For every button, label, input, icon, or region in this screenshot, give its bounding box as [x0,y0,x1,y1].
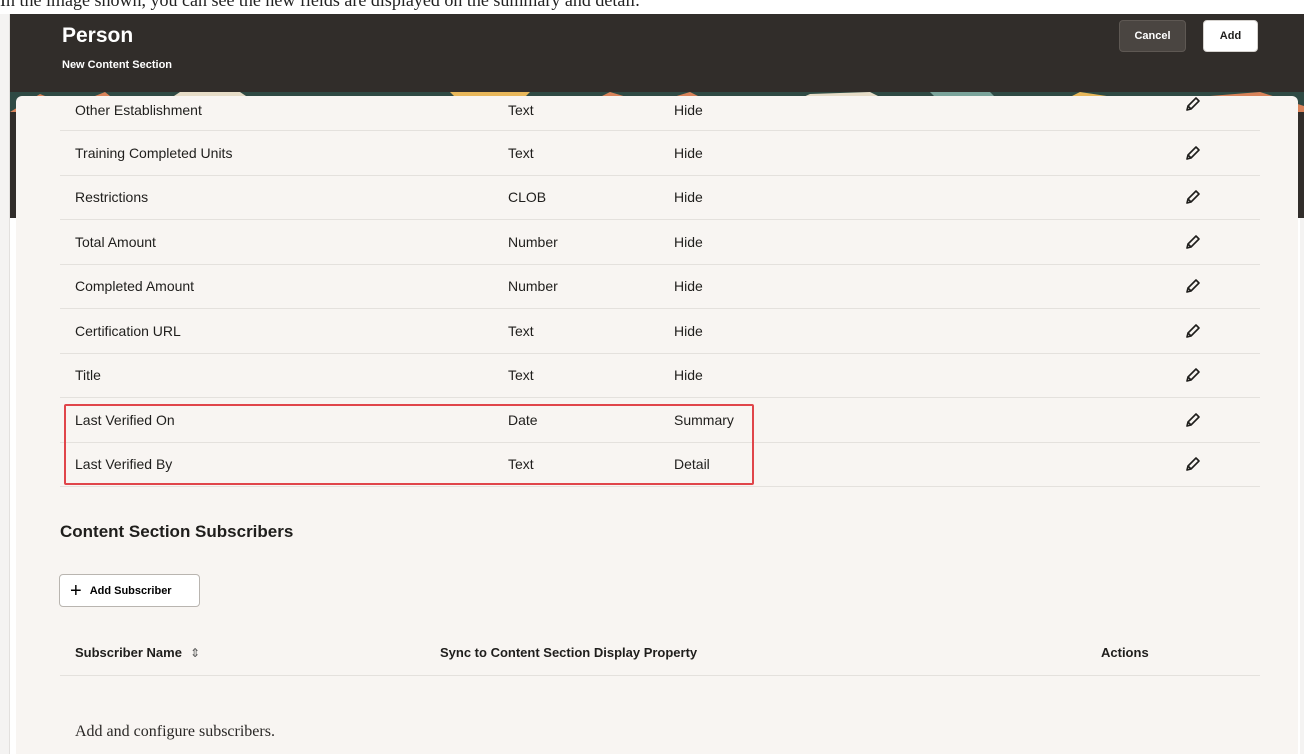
edit-button[interactable] [1180,318,1206,344]
section-title: Content Section Subscribers [60,522,294,541]
caption-text: In the image shown, you can see the new … [0,0,1304,14]
pencil-icon [1186,323,1200,338]
pencil-icon [1186,368,1200,383]
add-subscriber-button[interactable]: + Add Subscriber [59,574,200,607]
edit-button[interactable] [1180,451,1206,477]
field-display: Detail [674,456,710,473]
cancel-button[interactable]: Cancel [1119,20,1186,52]
edit-button[interactable] [1180,184,1206,210]
content-panel: Other Establishment Text Hide Training C… [16,96,1298,754]
field-type: Date [508,411,538,428]
table-row: Completed Amount Number Hide [60,265,1260,309]
field-display: Summary [674,411,734,428]
field-name: Restrictions [75,189,149,206]
field-type: Text [508,367,534,384]
field-name: Completed Amount [75,278,195,295]
field-display: Hide [674,144,703,161]
field-display: Hide [674,233,703,250]
field-display: Hide [674,102,703,118]
pencil-icon [1186,190,1200,205]
plus-icon: + [70,579,82,602]
column-header-subscriber-name[interactable]: Subscriber Name ⇕ [75,645,200,660]
pencil-icon [1186,457,1200,472]
caption-sentence: In the image shown, you can see the new … [0,0,640,10]
field-name: Other Establishment [75,102,202,118]
edit-button[interactable] [1180,407,1206,433]
edit-button[interactable] [1180,140,1206,166]
field-type: Number [508,278,558,295]
field-type: Number [508,233,558,250]
field-name: Total Amount [75,233,156,250]
pencil-icon [1186,234,1200,249]
page-title: Person [62,24,134,47]
table-row: Certification URL Text Hide [60,309,1260,354]
column-header-actions: Actions [1101,645,1149,660]
table-row: Total Amount Number Hide [60,220,1260,265]
field-name: Training Completed Units [75,144,233,161]
page-subtitle: New Content Section [62,59,173,71]
table-row: Restrictions CLOB Hide [60,176,1260,220]
add-subscriber-label: Add Subscriber [89,584,172,597]
field-name: Title [75,367,101,384]
table-row: Other Establishment Text Hide [60,96,1260,131]
empty-state-message: Add and configure subscribers. [75,723,275,740]
field-type: Text [508,322,534,339]
field-type: CLOB [508,189,547,206]
fields-table: Other Establishment Text Hide Training C… [60,96,1260,487]
table-row: Title Text Hide [60,354,1260,398]
field-name: Certification URL [75,322,181,339]
subscribers-table-header: Subscriber Name ⇕ Sync to Content Section… [60,632,1260,676]
left-gutter [0,14,10,754]
field-display: Hide [674,367,703,384]
edit-button[interactable] [1180,96,1206,117]
field-display: Hide [674,189,703,206]
field-name: Last Verified By [75,456,173,473]
edit-button[interactable] [1180,362,1206,388]
column-header-label: Subscriber Name [75,645,182,660]
sort-icon[interactable]: ⇕ [190,646,200,660]
field-type: Text [508,456,534,473]
table-row: Training Completed Units Text Hide [60,131,1260,176]
add-button[interactable]: Add [1203,20,1258,52]
field-display: Hide [674,322,703,339]
column-header-sync: Sync to Content Section Display Property [440,645,698,660]
edit-button[interactable] [1180,273,1206,299]
field-type: Text [508,144,534,161]
field-type: Text [508,102,534,118]
table-row: Last Verified On Date Summary [60,398,1260,443]
table-row: Last Verified By Text Detail [60,443,1260,487]
edit-button[interactable] [1180,229,1206,255]
field-display: Hide [674,278,703,295]
pencil-icon [1186,279,1200,294]
pencil-icon [1186,145,1200,160]
pencil-icon [1186,97,1200,111]
field-name: Last Verified On [75,411,175,428]
pencil-icon [1186,412,1200,427]
